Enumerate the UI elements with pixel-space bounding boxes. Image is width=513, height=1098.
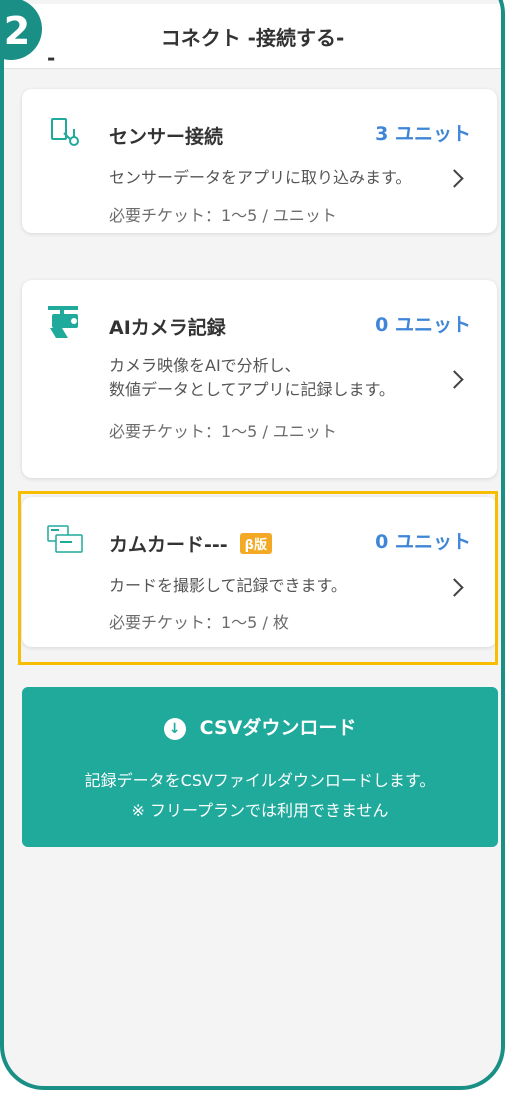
ai-camera-card[interactable]: AIカメラ記録 0 ユニット カメラ映像をAIで分析し、 数値データとしてアプリ… — [22, 280, 497, 478]
csv-note: ※ フリープランでは利用できません — [131, 801, 389, 820]
csv-title: CSVダウンロード — [199, 717, 357, 739]
sensor-connect-card[interactable]: センサー接続 3 ユニット センサーデータをアプリに取り込みます。 必要チケット… — [22, 89, 497, 233]
page-title: コネクト -接続する- — [160, 26, 345, 50]
download-icon: ↓ — [163, 718, 186, 740]
unit-count: 3 ユニット — [375, 123, 471, 145]
csv-download-button[interactable]: ↓ CSVダウンロード 記録データをCSVファイルダウンロードします。 ※ フリー… — [22, 687, 498, 847]
chevron-right-icon — [445, 169, 464, 188]
sensor-icon — [51, 118, 79, 146]
highlight-frame — [18, 491, 498, 665]
csv-description: 記録データをCSVファイルダウンロードします。 — [84, 771, 436, 790]
ticket-requirement: 必要チケット：1～5 / ユニット — [109, 422, 337, 441]
step-suffix: - — [47, 46, 56, 70]
ticket-requirement: 必要チケット：1～5 / ユニット — [109, 206, 337, 225]
phone-frame: コネクト -接続する- センサー接続 3 ユニット センサーデータをアプリに取り… — [0, 0, 505, 1090]
camera-icon — [48, 306, 78, 338]
card-title: センサー接続 — [109, 126, 224, 148]
app-header: コネクト -接続する- — [4, 4, 501, 69]
chevron-right-icon — [445, 370, 464, 389]
card-description-line1: カメラ映像をAIで分析し、 — [109, 356, 301, 375]
card-title: AIカメラ記録 — [109, 317, 226, 339]
card-description: センサーデータをアプリに取り込みます。 — [109, 168, 412, 187]
card-description-line2: 数値データとしてアプリに記録します。 — [109, 380, 395, 399]
unit-count: 0 ユニット — [375, 314, 471, 336]
csv-title-row: ↓ CSVダウンロード — [22, 713, 498, 740]
